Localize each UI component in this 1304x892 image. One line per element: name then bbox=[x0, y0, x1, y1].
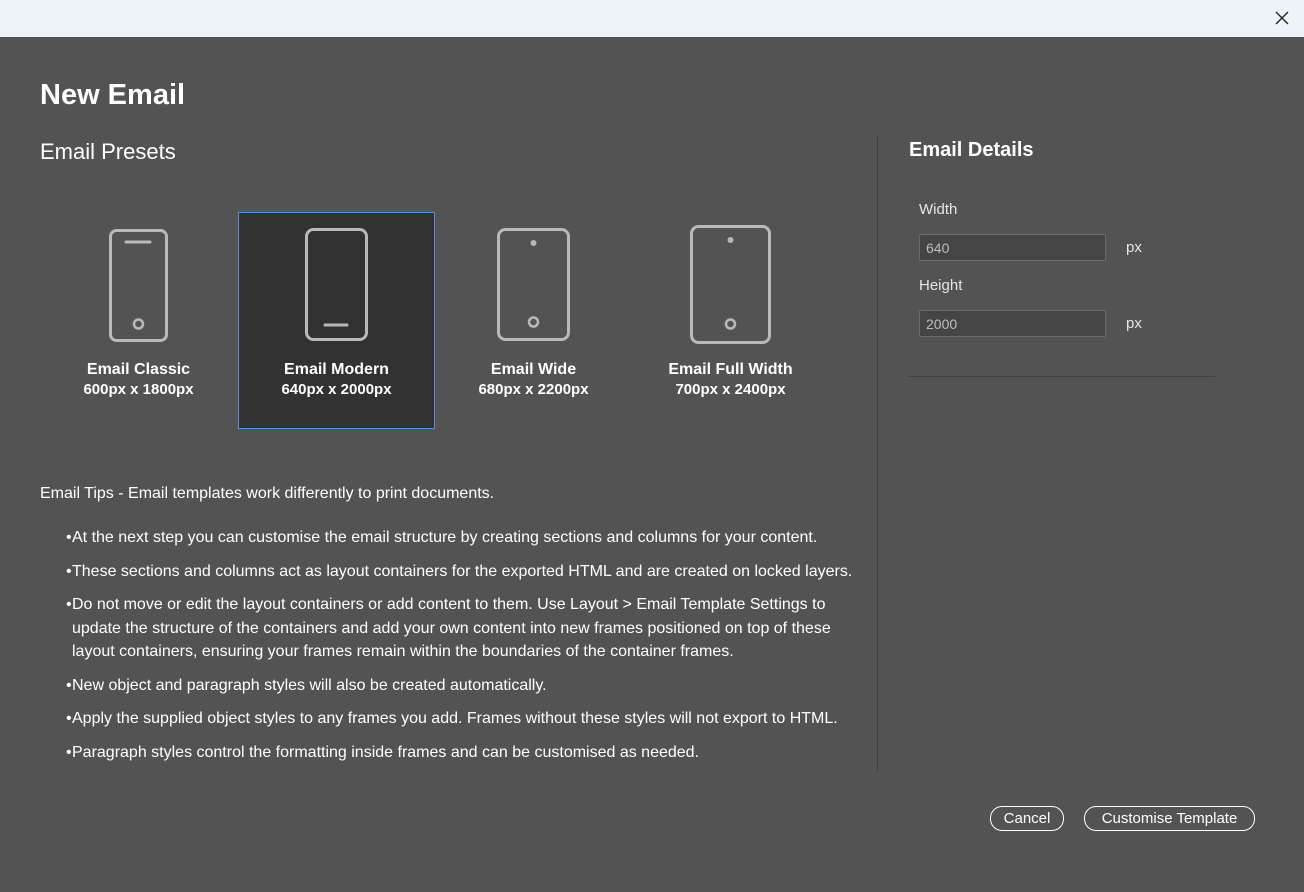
preset-email-wide[interactable]: Email Wide 680px x 2200px bbox=[435, 212, 632, 429]
details-divider bbox=[909, 376, 1215, 377]
tips-title: Email Tips - Email templates work differ… bbox=[40, 485, 495, 502]
tip-item: • At the next step you can customise the … bbox=[66, 526, 866, 550]
preset-name: Email Classic bbox=[86, 361, 191, 378]
height-label: Height bbox=[919, 277, 963, 294]
bullet: • bbox=[66, 676, 72, 694]
phone-modern-icon bbox=[304, 228, 368, 341]
preset-size: 600px x 1800px bbox=[83, 381, 194, 398]
preset-email-full-width[interactable]: Email Full Width 700px x 2400px bbox=[632, 212, 829, 429]
cancel-button[interactable]: Cancel bbox=[990, 806, 1064, 831]
new-email-dialog: New Email Email Presets Email Classic 60… bbox=[0, 37, 1304, 892]
close-button[interactable] bbox=[1270, 6, 1294, 30]
preset-name: Email Wide bbox=[490, 361, 577, 378]
dialog-title: New Email bbox=[40, 79, 186, 111]
width-unit: px bbox=[1126, 239, 1142, 256]
preset-size: 640px x 2000px bbox=[281, 381, 392, 398]
tablet-icon bbox=[496, 228, 570, 341]
width-input[interactable] bbox=[919, 234, 1106, 261]
tip-item: • Paragraph styles control the formatting… bbox=[66, 741, 866, 765]
bullet: • bbox=[66, 596, 72, 613]
preset-size: 680px x 2200px bbox=[478, 381, 589, 398]
width-label: Width bbox=[919, 201, 958, 218]
bullet: • bbox=[66, 710, 72, 727]
close-icon bbox=[1275, 11, 1289, 25]
preset-size: 700px x 2400px bbox=[675, 381, 786, 398]
customise-template-button[interactable]: Customise Template bbox=[1084, 806, 1255, 831]
preset-email-modern[interactable]: Email Modern 640px x 2000px bbox=[238, 212, 435, 429]
tip-item: • These sections and columns act as layou… bbox=[66, 560, 866, 584]
bullet: • bbox=[66, 743, 72, 761]
tip-item: • Do not move or edit the layout containe… bbox=[66, 593, 866, 664]
presets-heading: Email Presets bbox=[40, 139, 176, 164]
phone-icon bbox=[108, 229, 168, 342]
window-titlebar bbox=[0, 0, 1304, 37]
tablet-large-icon bbox=[689, 225, 771, 344]
preset-name: Email Full Width bbox=[668, 361, 793, 378]
height-unit: px bbox=[1126, 315, 1142, 332]
height-input[interactable] bbox=[919, 310, 1106, 337]
bullet: • bbox=[66, 562, 72, 580]
tips-list: • At the next step you can customise the … bbox=[66, 526, 866, 774]
preset-name: Email Modern bbox=[284, 361, 389, 378]
bullet: • bbox=[66, 529, 72, 546]
tip-item: • New object and paragraph styles will al… bbox=[66, 674, 866, 698]
preset-email-classic[interactable]: Email Classic 600px x 1800px bbox=[40, 212, 237, 429]
vertical-divider bbox=[877, 137, 878, 771]
details-heading: Email Details bbox=[909, 139, 1034, 161]
tip-item: • Apply the supplied object styles to any… bbox=[66, 707, 866, 731]
